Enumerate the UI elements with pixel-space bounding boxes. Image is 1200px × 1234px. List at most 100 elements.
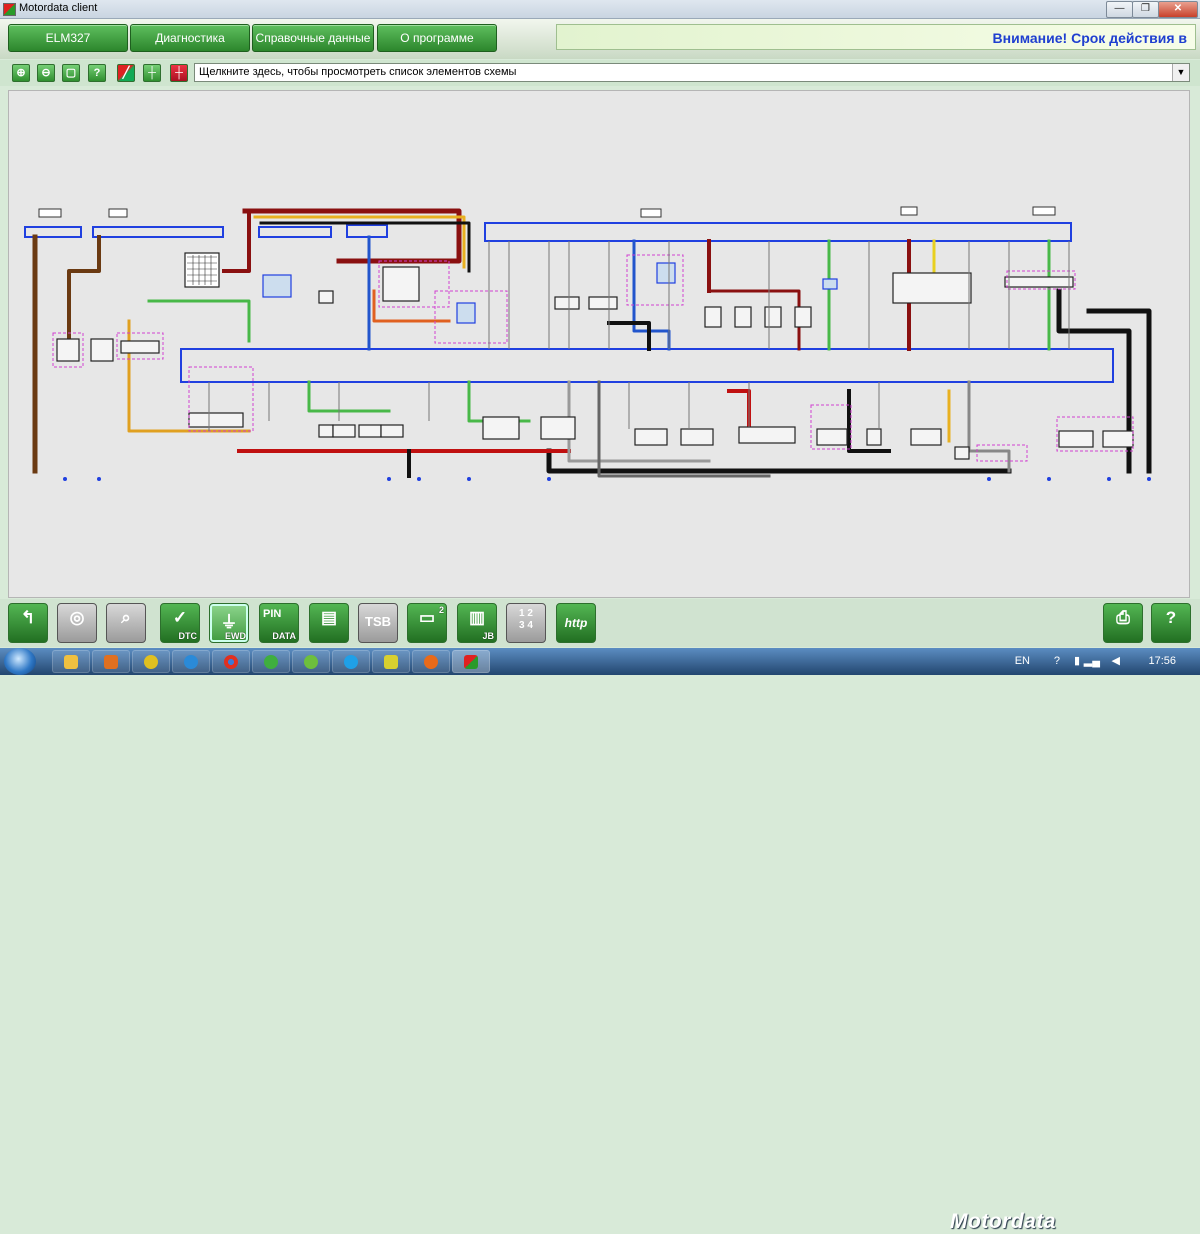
volume-icon[interactable]: ◀	[1112, 648, 1120, 675]
dtc-icon: ✓	[172, 608, 188, 627]
nav-elm327[interactable]: ELM327	[8, 24, 128, 52]
chevron-down-icon[interactable]: ▼	[1172, 64, 1189, 81]
bottom-toolbar: ↰ ◎ ⌕ ✓ DTC ⏚ EWD PIN DATA ▤ TSB ▭ 2 ▥ J…	[0, 599, 1200, 1233]
taskbar-media[interactable]	[92, 650, 130, 673]
grid-glyph: ┼	[148, 67, 156, 79]
taskbar-chrome[interactable]	[212, 650, 250, 673]
clock[interactable]: 17:56	[1148, 648, 1176, 675]
tray-help-icon[interactable]: ?	[1054, 648, 1060, 675]
taskbar-app3[interactable]	[132, 650, 170, 673]
tsb-button[interactable]: TSB	[358, 603, 398, 643]
taskbar-motordata[interactable]	[452, 650, 490, 673]
zoom-in-glyph: ⊕	[16, 67, 26, 79]
torrent-icon	[304, 655, 318, 669]
fuse-box-3	[258, 226, 332, 238]
obd-button[interactable]: ◎	[57, 603, 97, 643]
zoom-in-icon[interactable]: ⊕	[12, 64, 30, 82]
app-icon-9	[384, 655, 398, 669]
motordata-icon	[464, 655, 478, 669]
folder-icon	[64, 655, 78, 669]
fuse-box-2	[92, 226, 224, 238]
app-icon	[3, 3, 16, 16]
control-unit-bus	[180, 348, 1114, 383]
dtc-button[interactable]: ✓ DTC	[160, 603, 200, 643]
firefox-icon	[424, 655, 438, 669]
back-icon: ↰	[20, 608, 36, 627]
ewd-icon: ⏚	[220, 613, 238, 632]
nav-reference-data[interactable]: Справочные данные	[252, 24, 374, 52]
zoom-out-glyph: ⊖	[41, 67, 51, 79]
color-lines-icon[interactable]: ╱	[117, 64, 135, 82]
title-bar: Motordata client — ❐ ✕	[0, 0, 1200, 19]
app-icon-3	[144, 655, 158, 669]
main-fuse-box	[484, 222, 1072, 242]
help-button[interactable]: ?	[1151, 603, 1191, 643]
numbers-icon: 1 2 3 4	[519, 608, 533, 631]
taskbar-app9[interactable]	[372, 650, 410, 673]
vehicle-badge: 2	[438, 605, 444, 615]
fuse-box-4	[346, 224, 388, 238]
junction-box-icon: ▥	[468, 608, 486, 627]
close-button[interactable]: ✕	[1158, 1, 1198, 18]
motordata-logo: Motordata	[950, 1210, 1056, 1233]
taskbar-torrent[interactable]	[292, 650, 330, 673]
pin-data-label: DATA	[272, 631, 296, 641]
media-player-icon	[104, 655, 118, 669]
schematic-elements-dropdown[interactable]: Щелкните здесь, чтобы просмотреть список…	[194, 63, 1190, 82]
color-lines-glyph: ╱	[122, 67, 130, 79]
vehicle-button[interactable]: ▭ 2	[407, 603, 447, 643]
minimize-button[interactable]: —	[1106, 1, 1133, 18]
back-button[interactable]: ↰	[8, 603, 48, 643]
taskbar-app6[interactable]	[252, 650, 290, 673]
skype-icon	[344, 655, 358, 669]
grid-icon[interactable]: ┼	[143, 64, 161, 82]
numbers-button[interactable]: 1 2 3 4	[506, 603, 546, 643]
tsb-icon: TSB	[365, 614, 391, 629]
expiry-notice: Внимание! Срок действия в	[556, 24, 1196, 50]
battery-icon[interactable]: ▮	[1074, 648, 1080, 675]
app-icon-6	[264, 655, 278, 669]
search-icon: ⌕	[121, 608, 131, 627]
taskbar-firefox[interactable]	[412, 650, 450, 673]
help-icon[interactable]: ?	[88, 64, 106, 82]
language-indicator[interactable]: EN	[1015, 648, 1030, 675]
window-title: Motordata client	[19, 2, 98, 14]
dropdown-text: Щелкните здесь, чтобы просмотреть список…	[199, 66, 517, 78]
jb-button[interactable]: ▥ JB	[457, 603, 497, 643]
fit-icon[interactable]: ▢	[62, 64, 80, 82]
nav-diagnostics[interactable]: Диагностика	[130, 24, 250, 52]
top-nav: ELM327 Диагностика Справочные данные О п…	[0, 19, 1200, 59]
help-book-icon: ?	[1165, 608, 1177, 627]
dtc-label: DTC	[178, 631, 198, 641]
ie-icon	[184, 655, 198, 669]
chrome-icon	[224, 655, 238, 669]
fit-glyph: ▢	[65, 67, 77, 79]
pin-icon: PIN	[263, 608, 282, 620]
taskbar-explorer[interactable]	[52, 650, 90, 673]
ewd-label: EWD	[225, 631, 246, 641]
help-glyph: ?	[93, 67, 101, 79]
ewd-button[interactable]: ⏚ EWD	[209, 603, 249, 643]
marker-icon[interactable]: ┼	[170, 64, 188, 82]
nav-about[interactable]: О программе	[377, 24, 497, 52]
pin-data-button[interactable]: PIN DATA	[259, 603, 299, 643]
taskbar: EN ? ▮ ▂▄ ◀ 17:56	[0, 648, 1200, 675]
service-button[interactable]: ▤	[309, 603, 349, 643]
marker-glyph: ┼	[175, 67, 183, 79]
wiring-diagram-canvas[interactable]	[8, 90, 1190, 598]
print-button[interactable]: ⎙	[1103, 603, 1143, 643]
zoom-out-icon[interactable]: ⊖	[37, 64, 55, 82]
http-icon: http	[564, 616, 588, 630]
start-button[interactable]	[4, 648, 36, 675]
taskbar-ie[interactable]	[172, 650, 210, 673]
printer-icon: ⎙	[1116, 608, 1130, 627]
maximize-button[interactable]: ❐	[1132, 1, 1159, 18]
service-icon: ▤	[320, 608, 338, 627]
http-button[interactable]: http	[556, 603, 596, 643]
taskbar-skype[interactable]	[332, 650, 370, 673]
wiring-diagram	[24, 206, 1152, 481]
obd-icon: ◎	[69, 608, 85, 627]
jb-label: JB	[482, 631, 494, 641]
search-button[interactable]: ⌕	[106, 603, 146, 643]
network-icon[interactable]: ▂▄	[1084, 648, 1100, 675]
